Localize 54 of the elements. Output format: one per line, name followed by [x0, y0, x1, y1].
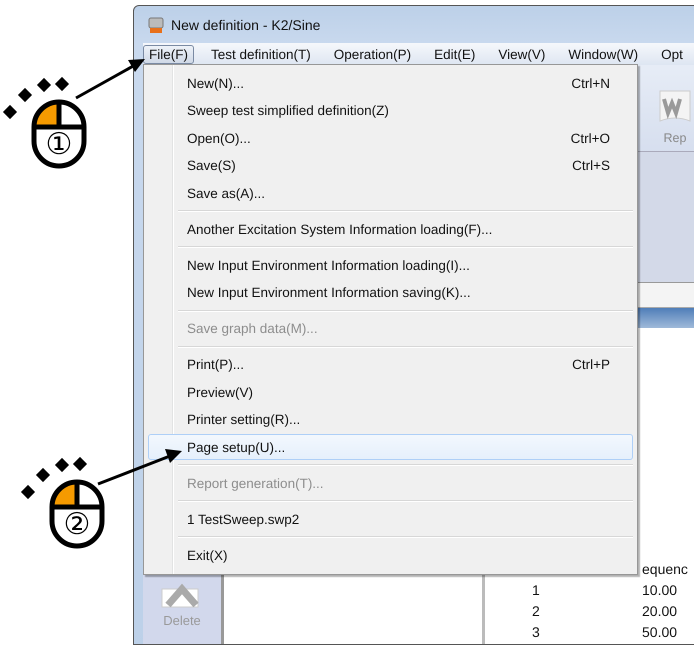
menu-item[interactable]: Sweep test simplified definition(Z): [148, 98, 633, 124]
menu-item-label: Open(O)...: [187, 130, 251, 146]
menu-item[interactable]: New(N)... Ctrl+N: [148, 70, 633, 96]
menu-item[interactable]: New Input Environment Information loading(I)...: [148, 252, 633, 278]
menu-item[interactable]: Page setup(U)...: [148, 434, 633, 460]
menu-item[interactable]: Exit(X): [148, 542, 633, 568]
table-cell-text: 50.00: [642, 624, 678, 640]
menu-item[interactable]: Window(W): [562, 44, 644, 64]
menu-item-label: New Input Environment Information loading(I)...: [187, 258, 470, 272]
table-cell-text: 2: [532, 602, 541, 618]
menu-item[interactable]: View(V): [492, 44, 552, 64]
menu-item-label: Print(P)...: [187, 357, 244, 372]
menu-item-label: Exit(X): [187, 548, 228, 562]
menu-item[interactable]: Operation(P): [328, 44, 418, 64]
menu-item-label: New Input Environment Information saving(K)...: [187, 285, 471, 300]
menu-item[interactable]: Opt: [655, 44, 689, 64]
step-number: ②: [62, 510, 92, 540]
menu-item-label: Save as(A)...: [187, 186, 266, 200]
menu-item[interactable]: 1 TestSweep.swp2: [148, 506, 633, 532]
menu-item[interactable]: New Input Environment Information saving(K)...: [148, 280, 633, 306]
menu-item-label: 1 TestSweep.swp2: [187, 512, 300, 526]
menu-item[interactable]: Print(P)... Ctrl+P: [148, 352, 633, 378]
menu-item-label: Report generation(T)...: [187, 476, 324, 490]
menu-item[interactable]: Another Excitation System Information loading(F)...: [148, 216, 633, 242]
report-button-label: Rep: [664, 131, 686, 145]
menu-item-label: Page setup(U)...: [187, 440, 286, 454]
menu-item-label: Printer setting(R)...: [187, 412, 300, 427]
pointer-arrow: [75, 59, 145, 100]
shortcut-label: Ctrl+P: [572, 357, 610, 372]
menu-item[interactable]: Save(S) Ctrl+S: [148, 152, 633, 178]
shortcut-label: Ctrl+S: [572, 158, 610, 173]
menu-item-label: Preview(V): [187, 384, 254, 400]
menu-item[interactable]: Preview(V): [148, 379, 633, 405]
menu-item-label: Save graph data(M)...: [187, 321, 318, 336]
menu-item-label: New(N)...: [187, 76, 244, 90]
table-cell-text: 1: [532, 582, 541, 598]
menu-item[interactable]: Open(O)... Ctrl+O: [148, 125, 633, 151]
menu-item[interactable]: Printer setting(R)...: [148, 406, 633, 432]
menu-item-label: Save(S): [187, 158, 236, 173]
table-cell-text: 3: [532, 624, 541, 640]
shortcut-label: Ctrl+N: [571, 76, 610, 90]
menu-item-label: Another Excitation System Information loading(F)...: [187, 222, 492, 236]
app-icon: [147, 16, 165, 34]
menu-item[interactable]: Edit(E): [428, 44, 482, 64]
step-number: ①: [44, 130, 74, 160]
menu-item[interactable]: Test definition(T): [205, 44, 317, 64]
menu-item[interactable]: Save as(A)...: [148, 180, 633, 206]
table-cell-text: 20.00: [642, 602, 678, 618]
column-header: equenc: [642, 560, 689, 576]
window-title: New definition - K2/Sine: [171, 16, 320, 32]
menu-item-label: Sweep test simplified definition(Z): [187, 103, 389, 118]
shortcut-label: Ctrl+O: [570, 130, 610, 146]
table-cell-text: 10.00: [642, 582, 678, 598]
menu-item[interactable]: File(F): [143, 44, 194, 64]
